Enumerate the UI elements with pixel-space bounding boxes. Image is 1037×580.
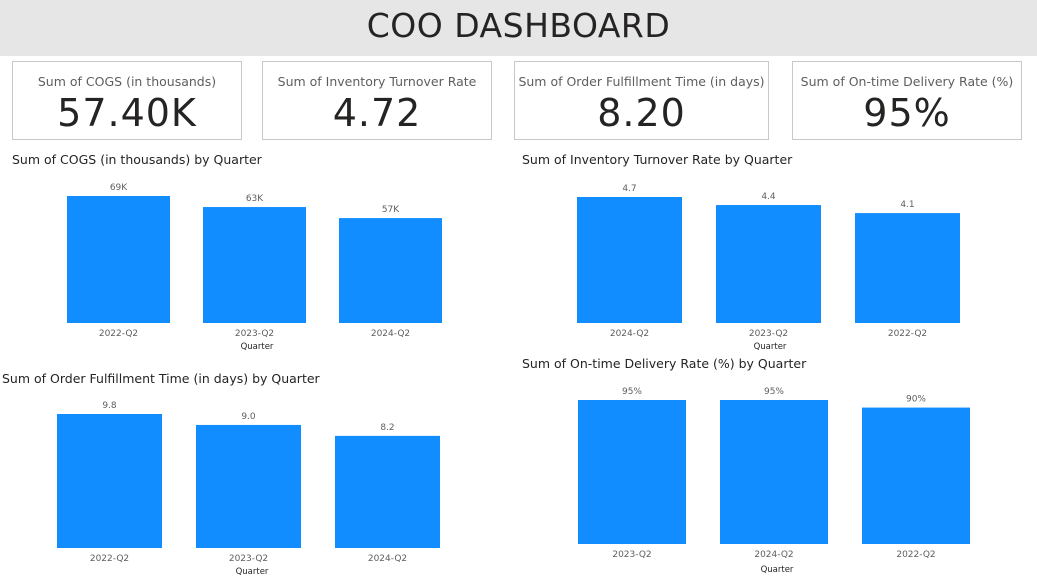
x-axis-title: Quarter [236, 567, 269, 577]
kpi-card-order-fulfillment[interactable]: Sum of Order Fulfillment Time (in days) … [514, 61, 769, 140]
data-label: 95% [622, 387, 642, 397]
kpi-label: Sum of On-time Delivery Rate (%) [800, 74, 1014, 89]
chart-inventory-turnover-by-quarter[interactable]: Sum of Inventory Turnover Rate by Quarte… [522, 152, 992, 357]
data-label: 4.7 [622, 184, 636, 194]
bar-2023-q2[interactable] [196, 424, 301, 548]
data-label: 4.1 [900, 200, 914, 210]
x-tick-label: 2023-Q2 [235, 329, 274, 339]
x-axis-title: Quarter [241, 342, 274, 352]
kpi-value: 95% [863, 91, 951, 135]
data-label: 4.4 [761, 192, 776, 202]
kpi-card-cogs[interactable]: Sum of COGS (in thousands) 57.40K [12, 61, 242, 140]
kpi-label: Sum of Order Fulfillment Time (in days) [518, 74, 765, 89]
data-label: 9.0 [241, 412, 256, 422]
data-label: 57K [382, 205, 400, 215]
bar-2023-q2[interactable] [716, 205, 821, 323]
x-axis-title: Quarter [754, 342, 787, 352]
x-tick-label: 2023-Q2 [229, 554, 268, 564]
x-tick-label: 2022-Q2 [896, 550, 935, 560]
chart-order-fulfillment-by-quarter[interactable]: Sum of Order Fulfillment Time (in days) … [2, 371, 482, 580]
bar-2022-q2[interactable] [57, 414, 162, 548]
x-tick-label: 2022-Q2 [90, 554, 129, 564]
chart-plot-area: 95% 2023-Q2 95% 2024-Q2 90% 2022-Q2 Quarter [578, 387, 970, 575]
data-label: 95% [764, 387, 784, 397]
x-tick-label: 2024-Q2 [368, 554, 407, 564]
chart-plot-area: 69K 2022-Q2 63K 2023-Q2 57K 2024-Q2 Quarter [67, 183, 442, 352]
chart-plot-area: 9.8 2022-Q2 9.0 2023-Q2 8.2 2024-Q2 Quarter [57, 401, 440, 577]
data-label: 90% [906, 395, 926, 405]
bar-2022-q2[interactable] [855, 213, 960, 323]
kpi-label: Sum of Inventory Turnover Rate [277, 74, 477, 89]
bar-2023-q2[interactable] [578, 400, 686, 544]
chart-cogs-by-quarter[interactable]: Sum of COGS (in thousands) by Quarter 69… [12, 152, 482, 357]
x-tick-label: 2023-Q2 [612, 550, 651, 560]
x-tick-label: 2024-Q2 [610, 329, 649, 339]
x-tick-label: 2024-Q2 [754, 550, 793, 560]
kpi-card-inventory-turnover[interactable]: Sum of Inventory Turnover Rate 4.72 [262, 61, 492, 140]
kpi-value: 4.72 [332, 91, 422, 135]
data-label: 8.2 [380, 423, 394, 433]
kpi-value: 8.20 [597, 91, 686, 135]
x-tick-label: 2024-Q2 [371, 329, 410, 339]
data-label: 63K [246, 194, 264, 204]
x-tick-label: 2023-Q2 [749, 329, 788, 339]
bar-2022-q2[interactable] [862, 407, 970, 544]
kpi-label: Sum of COGS (in thousands) [37, 74, 217, 89]
x-tick-label: 2022-Q2 [888, 329, 927, 339]
data-label: 69K [110, 183, 128, 193]
data-label: 9.8 [102, 401, 117, 411]
bar-2024-q2[interactable] [339, 218, 442, 323]
kpi-card-on-time-delivery[interactable]: Sum of On-time Delivery Rate (%) 95% [792, 61, 1022, 140]
x-tick-label: 2022-Q2 [99, 329, 138, 339]
bar-2023-q2[interactable] [203, 207, 306, 323]
bar-2024-q2[interactable] [720, 400, 828, 544]
chart-plot-area: 4.7 2024-Q2 4.4 2023-Q2 4.1 2022-Q2 Quarter [577, 184, 960, 352]
chart-on-time-delivery-by-quarter[interactable]: Sum of On-time Delivery Rate (%) by Quar… [522, 356, 992, 580]
bar-2024-q2[interactable] [335, 435, 440, 548]
kpi-value: 57.40K [57, 91, 197, 135]
bar-2022-q2[interactable] [67, 196, 170, 323]
page-title: COO DASHBOARD [366, 6, 671, 45]
bar-2024-q2[interactable] [577, 197, 682, 323]
dashboard-header: COO DASHBOARD [0, 0, 1037, 56]
x-axis-title: Quarter [761, 565, 794, 575]
